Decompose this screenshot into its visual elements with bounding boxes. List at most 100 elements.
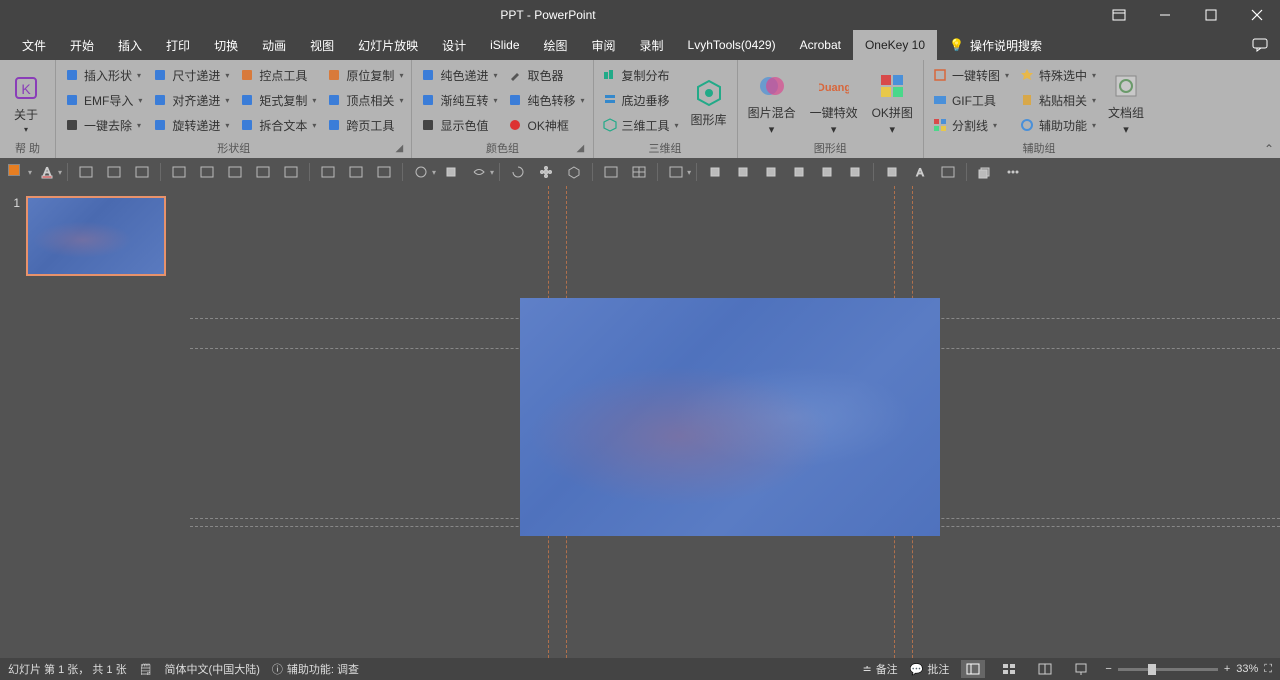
table-icon[interactable]	[626, 161, 652, 183]
slideshow-view-icon[interactable]	[1069, 660, 1093, 678]
cmd-OK神框[interactable]: OK神框	[503, 113, 588, 137]
flower-icon[interactable]	[533, 161, 559, 183]
rotate-icon[interactable]	[505, 161, 531, 183]
cmd-纯色转移[interactable]: 纯色转移▾	[503, 88, 588, 112]
cmd-显示色值[interactable]: 显示色值	[416, 113, 501, 137]
slide-canvas[interactable]	[190, 186, 1280, 658]
cmd-EMF导入[interactable]: EMF导入▾	[60, 88, 146, 112]
crop-icon[interactable]	[438, 161, 464, 183]
t5-icon[interactable]	[814, 161, 840, 183]
normal-view-icon[interactable]	[961, 660, 985, 678]
align-middle-icon[interactable]	[194, 161, 220, 183]
fit-to-window-icon[interactable]: ⛶	[1264, 663, 1272, 676]
textbox-icon[interactable]	[598, 161, 624, 183]
zoom-in-button[interactable]: +	[1224, 663, 1230, 675]
cmd-辅助功能[interactable]: 辅助功能▾	[1015, 113, 1100, 137]
tab-iSlide[interactable]: iSlide	[478, 30, 531, 60]
cmd-旋转递进[interactable]: 旋转递进▾	[148, 113, 233, 137]
tab-OneKey 10[interactable]: OneKey 10	[853, 30, 937, 60]
distribute-h-icon[interactable]	[250, 161, 276, 183]
tab-设计[interactable]: 设计	[430, 30, 478, 60]
merge-icon[interactable]	[466, 161, 492, 183]
cmd-粘贴相关[interactable]: 粘贴相关▾	[1015, 88, 1100, 112]
cmd-对齐递进[interactable]: 对齐递进▾	[148, 88, 233, 112]
tab-插入[interactable]: 插入	[106, 30, 154, 60]
image-blend-button[interactable]: 图片混合▾	[742, 63, 802, 140]
tell-me-search[interactable]: 💡操作说明搜索	[937, 30, 1054, 60]
same-width-icon[interactable]	[315, 161, 341, 183]
comments-button[interactable]: 💬 批注	[910, 661, 950, 677]
cmd-插入形状[interactable]: 插入形状▾	[60, 63, 146, 87]
comments-pane-icon[interactable]	[1240, 30, 1280, 60]
tab-审阅[interactable]: 审阅	[580, 30, 628, 60]
shape-tool-icon[interactable]	[408, 161, 434, 183]
cmd-尺寸递进[interactable]: 尺寸递进▾	[148, 63, 233, 87]
cmd-GIF工具[interactable]: GIF工具	[928, 88, 1013, 112]
font-color-button[interactable]: A	[34, 161, 60, 183]
cmd-三维工具[interactable]: 三维工具▾	[598, 113, 683, 137]
slide-counter[interactable]: 幻灯片 第 1 张， 共 1 张	[8, 661, 127, 677]
language-status[interactable]: 简体中文(中国大陆)	[165, 661, 260, 677]
dialog-launcher-shape[interactable]: ◢	[395, 143, 407, 155]
zoom-level[interactable]: 33%	[1236, 663, 1258, 675]
spellcheck-icon[interactable]: 🗒	[139, 663, 153, 676]
cmd-一键去除[interactable]: 一键去除▾	[60, 113, 146, 137]
cmd-矩式复制[interactable]: 矩式复制▾	[235, 88, 320, 112]
cmd-分割线[interactable]: 分割线▾	[928, 113, 1013, 137]
ribbon-display-options-icon[interactable]	[1096, 0, 1142, 30]
reading-view-icon[interactable]	[1033, 660, 1057, 678]
one-click-fx-button[interactable]: Duang一键特效▾	[804, 63, 864, 140]
tab-文件[interactable]: 文件	[10, 30, 58, 60]
ok-puzzle-button[interactable]: OK拼图▾	[866, 63, 919, 140]
same-height-icon[interactable]	[343, 161, 369, 183]
more-icon[interactable]	[1000, 161, 1026, 183]
zoom-slider[interactable]	[1118, 668, 1218, 671]
collapse-ribbon-icon[interactable]: ⌃	[1264, 142, 1274, 156]
tab-开始[interactable]: 开始	[58, 30, 106, 60]
minimize-button[interactable]	[1142, 0, 1188, 30]
tab-视图[interactable]: 视图	[298, 30, 346, 60]
cmd-取色器[interactable]: 取色器	[503, 63, 588, 87]
tab-切换[interactable]: 切换	[202, 30, 250, 60]
about-button[interactable]: K 关于▾	[4, 63, 48, 140]
accessibility-status[interactable]: ⓘ 辅助功能: 调查	[272, 661, 359, 677]
cmd-拆合文本[interactable]: 拆合文本▾	[235, 113, 320, 137]
t1-icon[interactable]	[702, 161, 728, 183]
dialog-launcher-color[interactable]: ◢	[577, 143, 589, 155]
t6-icon[interactable]	[842, 161, 868, 183]
shape-gallery-button[interactable]: 图形库	[685, 63, 733, 140]
align-left-icon[interactable]	[73, 161, 99, 183]
send-back-icon[interactable]: A	[907, 161, 933, 183]
same-size-icon[interactable]	[371, 161, 397, 183]
t3-icon[interactable]	[758, 161, 784, 183]
cmd-特殊选中[interactable]: 特殊选中▾	[1015, 63, 1100, 87]
t4-icon[interactable]	[786, 161, 812, 183]
tab-LvyhTools(0429)[interactable]: LvyhTools(0429)	[676, 30, 788, 60]
tab-Acrobat[interactable]: Acrobat	[788, 30, 853, 60]
sorter-view-icon[interactable]	[997, 660, 1021, 678]
t2-icon[interactable]	[730, 161, 756, 183]
doc-group-button[interactable]: 文档组▾	[1102, 63, 1150, 140]
align-top-icon[interactable]	[166, 161, 192, 183]
align-bottom-icon[interactable]	[222, 161, 248, 183]
maximize-button[interactable]	[1188, 0, 1234, 30]
tab-动画[interactable]: 动画	[250, 30, 298, 60]
cmd-复制分布[interactable]: 复制分布	[598, 63, 683, 87]
notes-button[interactable]: ≐ 备注	[862, 661, 897, 677]
cmd-控点工具[interactable]: 控点工具	[235, 63, 320, 87]
layers-icon[interactable]	[972, 161, 998, 183]
cmd-顶点相关[interactable]: 顶点相关▾	[322, 88, 407, 112]
align-right-icon[interactable]	[129, 161, 155, 183]
group-icon[interactable]	[935, 161, 961, 183]
distribute-v-icon[interactable]	[278, 161, 304, 183]
tab-录制[interactable]: 录制	[628, 30, 676, 60]
cmd-纯色递进[interactable]: 纯色递进▾	[416, 63, 501, 87]
bring-front-icon[interactable]	[879, 161, 905, 183]
slide-content[interactable]	[520, 298, 940, 536]
cmd-底边垂移[interactable]: 底边垂移	[598, 88, 683, 112]
tab-幻灯片放映[interactable]: 幻灯片放映	[346, 30, 430, 60]
fill-color-button[interactable]	[4, 161, 30, 183]
tab-打印[interactable]: 打印	[154, 30, 202, 60]
cmd-渐纯互转[interactable]: 渐纯互转▾	[416, 88, 501, 112]
align-center-icon[interactable]	[101, 161, 127, 183]
